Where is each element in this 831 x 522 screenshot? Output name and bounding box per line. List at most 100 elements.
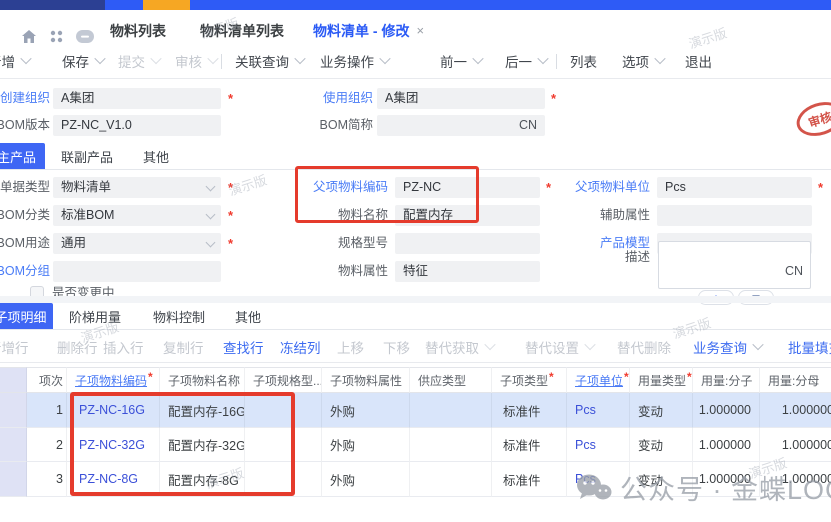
col-seq[interactable]: 项次 xyxy=(27,367,67,393)
save-button[interactable]: 保存 xyxy=(62,51,104,71)
use-org-field[interactable]: A集团 xyxy=(377,88,545,109)
add-row-button[interactable]: 新增行 xyxy=(0,337,29,357)
chevron-down-icon xyxy=(584,338,595,349)
col-child-name[interactable]: 子项物料名称 xyxy=(160,367,245,393)
col-child-unit[interactable]: 子项单位* xyxy=(567,367,630,393)
create-org-field[interactable]: A集团 xyxy=(53,88,221,109)
insert-row-button[interactable]: 插入行 xyxy=(103,337,144,357)
substitute-get-button[interactable]: 替代获取 xyxy=(425,337,494,357)
bom-group-field[interactable] xyxy=(53,261,221,282)
col-usage-num[interactable]: 用量:分子 xyxy=(693,367,760,393)
col-child-attr[interactable]: 子项物料属性 xyxy=(322,367,410,393)
tab-material-control[interactable]: 物料控制 xyxy=(137,303,221,329)
toolbar-divider xyxy=(221,54,222,69)
required-marker: * xyxy=(624,370,629,384)
child-code-cell[interactable]: PZ-NC-16G xyxy=(67,393,160,428)
doc-type-select[interactable]: 物料清单 xyxy=(53,177,221,198)
selector-header[interactable] xyxy=(0,367,27,393)
new-button[interactable]: 新增 xyxy=(0,51,30,71)
col-usage-den[interactable]: 用量:分母 xyxy=(760,367,831,393)
copy-row-button[interactable]: 复制行 xyxy=(163,337,204,357)
tab-detail-other[interactable]: 其他 xyxy=(221,303,275,329)
bom-class-select[interactable]: 标准BOM xyxy=(53,205,221,226)
close-icon[interactable]: × xyxy=(416,23,424,38)
previous-button[interactable]: 前一 xyxy=(440,51,482,71)
aux-attr-field[interactable] xyxy=(657,205,812,226)
main-toolbar: 新增 保存 提交 审核 关联查询 业务操作 前一 后一 列表 选项 退出 xyxy=(0,43,831,79)
parent-unit-field[interactable]: Pcs xyxy=(657,177,812,198)
required-marker: * xyxy=(818,179,823,197)
move-down-button[interactable]: 下移 xyxy=(383,337,410,357)
col-usage-type[interactable]: 用量类型* xyxy=(630,367,693,393)
window-tab-bar: 物料列表 物料清单列表 物料清单 - 修改 × xyxy=(0,10,831,43)
required-marker: * xyxy=(228,235,233,253)
col-child-type[interactable]: 子项类型* xyxy=(492,367,567,393)
tab-bom-list[interactable]: 物料清单列表 xyxy=(200,18,284,43)
row-selector[interactable] xyxy=(0,462,27,497)
required-marker: * xyxy=(549,370,554,384)
find-row-button[interactable]: 查找行 xyxy=(223,337,264,357)
col-child-code[interactable]: 子项物料编码* xyxy=(67,367,160,393)
bom-group-label[interactable]: BOM分组 xyxy=(0,261,50,282)
child-code-cell[interactable]: PZ-NC-32G xyxy=(67,428,160,462)
detail-grid: 项次 子项物料编码* 子项物料名称 子项规格型... 子项物料属性 供应类型 子… xyxy=(0,367,831,497)
exit-button[interactable]: 退出 xyxy=(685,51,712,71)
bom-version-field[interactable]: PZ-NC_V1.0 xyxy=(53,115,221,136)
unit-cell[interactable]: Pcs xyxy=(567,393,630,428)
tab-child-detail[interactable]: 子项明细 xyxy=(0,303,53,329)
use-org-label[interactable]: 使用组织 xyxy=(273,88,373,109)
related-query-button[interactable]: 关联查询 xyxy=(235,51,304,71)
move-up-button[interactable]: 上移 xyxy=(337,337,364,357)
unit-cell[interactable]: Pcs xyxy=(567,428,630,462)
audit-button[interactable]: 审核 xyxy=(175,51,217,71)
col-child-spec[interactable]: 子项规格型... xyxy=(245,367,322,393)
submit-button[interactable]: 提交 xyxy=(118,51,160,71)
business-ops-button[interactable]: 业务操作 xyxy=(320,51,389,71)
child-code-cell[interactable]: PZ-NC-8G xyxy=(67,462,160,497)
batch-fill-button[interactable]: 批量填充 xyxy=(788,337,831,357)
options-button[interactable]: 选项 xyxy=(622,51,664,71)
row-selector[interactable] xyxy=(0,428,27,462)
row-selector[interactable] xyxy=(0,393,27,428)
col-supply-type[interactable]: 供应类型 xyxy=(410,367,492,393)
business-query-button[interactable]: 业务查询 xyxy=(693,337,762,357)
tab-step-usage[interactable]: 阶梯用量 xyxy=(53,303,137,329)
parent-code-field[interactable]: PZ-NC xyxy=(395,177,540,198)
substitute-set-button[interactable]: 替代设置 xyxy=(525,337,594,357)
desc-textarea[interactable]: CN xyxy=(658,241,811,289)
table-row[interactable]: 3 PZ-NC-8G 配置内存-8G 外购 标准件 Pcs 变动 1.00000… xyxy=(0,462,831,497)
chevron-down-icon xyxy=(379,52,390,63)
parent-code-label[interactable]: 父项物料编码 xyxy=(268,177,388,198)
chevron-down-icon xyxy=(20,52,31,63)
create-org-label[interactable]: 创建组织 xyxy=(0,88,50,109)
next-button[interactable]: 后一 xyxy=(505,51,547,71)
chevron-down-icon xyxy=(206,210,216,220)
lang-marker: CN xyxy=(519,115,537,136)
spec-field[interactable] xyxy=(395,233,540,254)
parent-unit-label[interactable]: 父项物料单位 xyxy=(530,177,650,198)
tab-material-list[interactable]: 物料列表 xyxy=(110,18,166,43)
bom-version-label: BOM版本 xyxy=(0,115,50,136)
freeze-column-button[interactable]: 冻结列 xyxy=(280,337,321,357)
chevron-down-icon xyxy=(207,52,218,63)
bom-short-label: BOM简称 xyxy=(273,115,373,136)
tab-other[interactable]: 其他 xyxy=(129,143,183,169)
table-row[interactable]: 1 PZ-NC-16G 配置内存-16G 外购 标准件 Pcs 变动 1.000… xyxy=(0,393,831,428)
unit-cell[interactable]: Pcs xyxy=(567,462,630,497)
tab-main-product[interactable]: 主产品 xyxy=(0,143,45,169)
tab-bom-edit-active[interactable]: 物料清单 - 修改 × xyxy=(313,18,424,43)
list-button[interactable]: 列表 xyxy=(570,51,597,71)
delete-row-button[interactable]: 删除行 xyxy=(57,337,98,357)
aux-attr-label: 辅助属性 xyxy=(530,205,650,226)
substitute-delete-button[interactable]: 替代删除 xyxy=(617,337,671,357)
divider-line xyxy=(0,169,831,170)
material-name-field[interactable]: 配置内存 xyxy=(395,205,540,226)
required-marker: * xyxy=(551,90,556,108)
spec-label: 规格型号 xyxy=(268,233,388,254)
bom-use-select[interactable]: 通用 xyxy=(53,233,221,254)
required-marker: * xyxy=(228,207,233,225)
bom-short-field[interactable]: CN xyxy=(377,115,545,136)
tab-joint-byproduct[interactable]: 联副产品 xyxy=(45,143,129,169)
material-attr-field[interactable]: 特征 xyxy=(395,261,540,282)
table-row[interactable]: 2 PZ-NC-32G 配置内存-32G 外购 标准件 Pcs 变动 1.000… xyxy=(0,428,831,462)
